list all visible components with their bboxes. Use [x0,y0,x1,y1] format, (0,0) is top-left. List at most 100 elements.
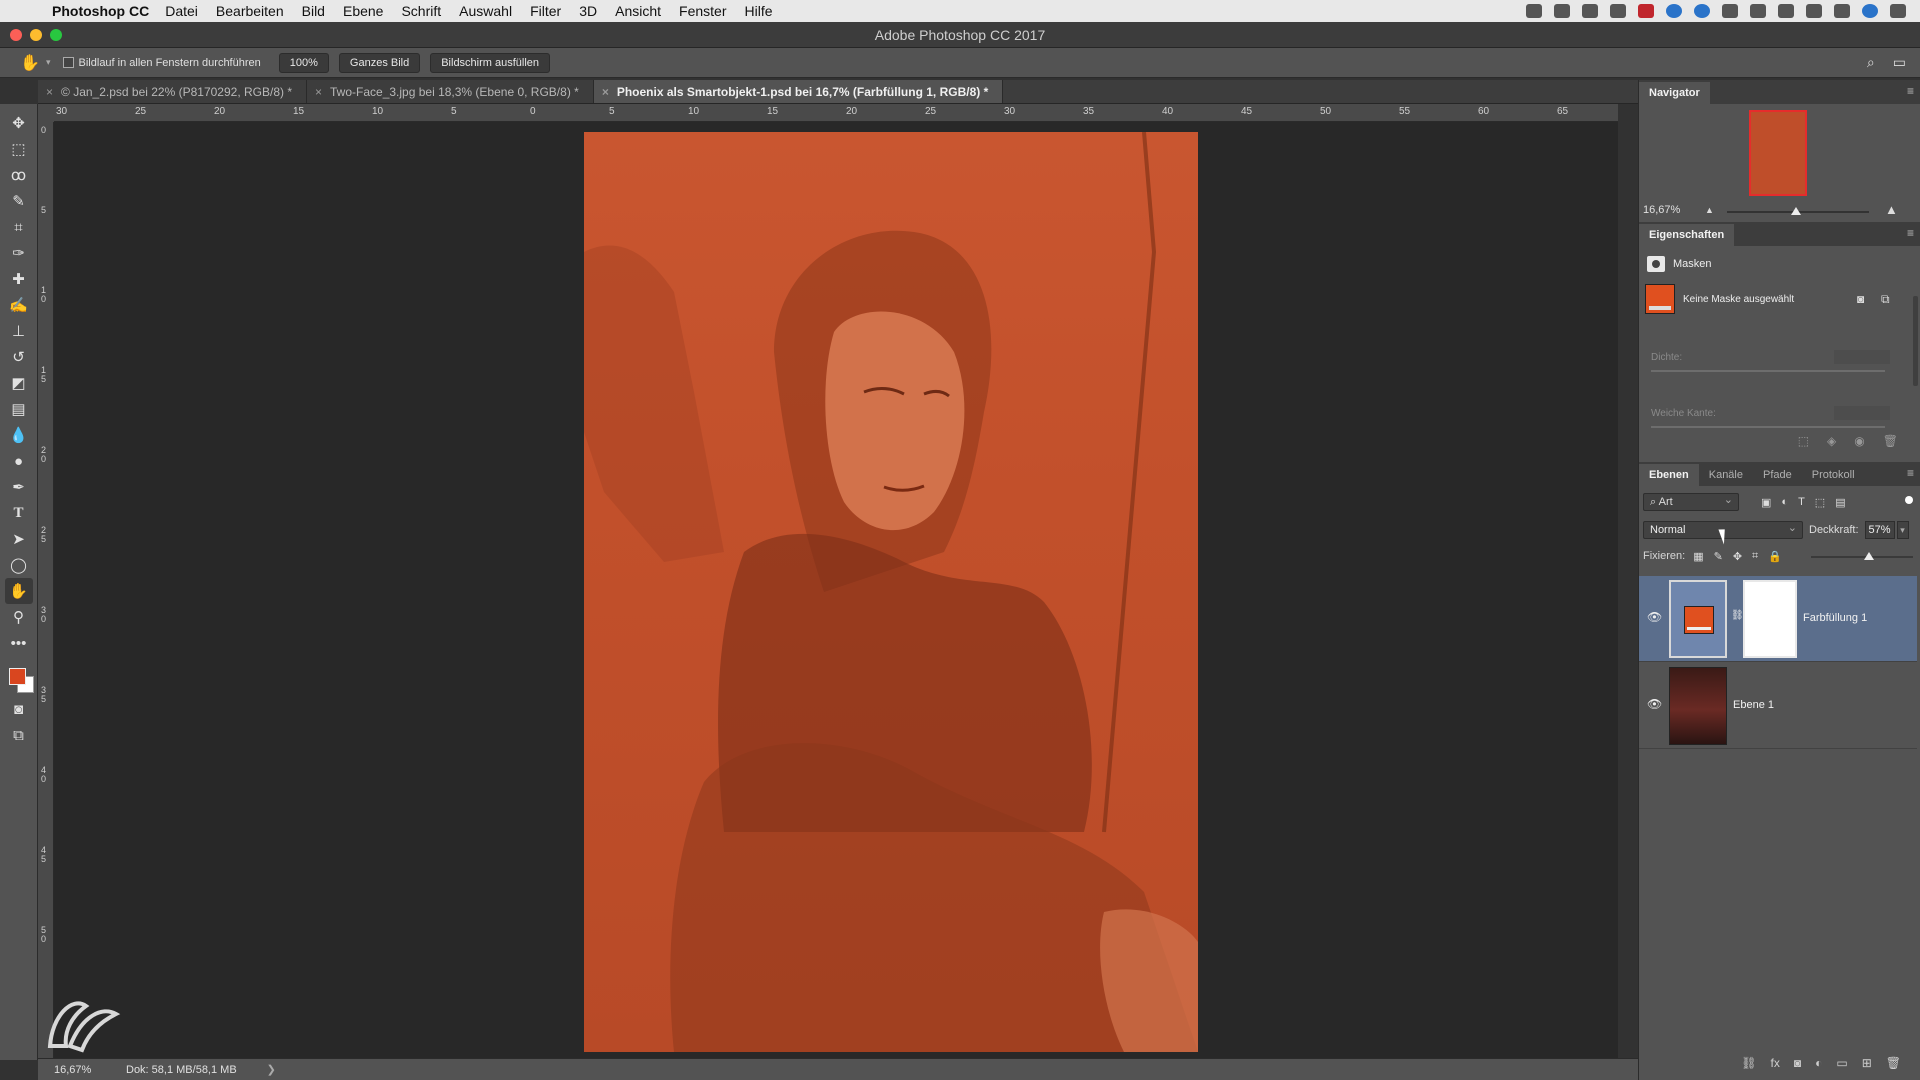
apply-mask-icon[interactable]: ◈ [1827,434,1836,448]
layer-thumbnail[interactable] [1669,667,1727,745]
tool-preset-dropdown[interactable]: ▾ [46,57,51,68]
new-group-icon[interactable]: ▭ [1836,1056,1847,1070]
zoom-100-button[interactable]: 100% [278,52,329,73]
zoom-out-icon[interactable]: ▲ [1705,205,1714,215]
horizontal-ruler[interactable]: 30 25 20 15 10 5 0 5 10 15 20 25 30 35 40 45 50 55 60 65 [54,104,1618,122]
airplay-icon[interactable] [1722,4,1738,18]
eraser-tool-icon[interactable]: ◩ [5,370,33,396]
search-icon[interactable]: ⌕ [1867,54,1875,71]
tab-history[interactable]: Protokoll [1802,464,1865,486]
visibility-icon[interactable]: ◉ [1854,434,1864,448]
blur-tool-icon[interactable]: 💧 [5,422,33,448]
close-window-button[interactable] [10,29,22,41]
screen-mode-icon[interactable]: ⧉ [5,722,33,748]
menu-ebene[interactable]: Ebene [343,3,383,19]
menu-bearbeiten[interactable]: Bearbeiten [216,3,284,19]
layer-style-icon[interactable]: fx [1771,1056,1780,1070]
marquee-tool-icon[interactable]: ⬚ [5,136,33,162]
foreground-color-swatch[interactable] [8,668,26,685]
crop-tool-icon[interactable]: ⌗ [5,214,33,240]
brush-tool-icon[interactable]: ✍ [5,292,33,318]
document-image[interactable] [584,132,1198,1052]
navigator-thumbnail[interactable] [1749,110,1807,196]
layer-name[interactable]: Farbfüllung 1 [1803,612,1867,624]
ellipse-tool-icon[interactable]: ◯ [5,552,33,578]
pixel-mask-icon[interactable]: ◙ [1857,292,1864,306]
close-tab-icon[interactable]: × [315,85,322,99]
panel-menu-icon[interactable]: ≡ [1907,226,1914,240]
tab-layers[interactable]: Ebenen [1639,464,1699,486]
slider-knob[interactable] [1791,207,1801,215]
vertical-ruler[interactable]: 0 5 10 15 20 25 30 35 40 45 50 [38,122,54,1062]
app-menu[interactable]: Photoshop CC [52,3,149,19]
menu-bild[interactable]: Bild [302,3,325,19]
delete-layer-icon[interactable]: 🗑 [1886,1056,1901,1070]
panel-menu-icon[interactable]: ≡ [1907,84,1914,98]
opacity-dropdown[interactable]: ▾ [1896,521,1909,539]
status-menu-arrow[interactable]: ❯ [267,1063,276,1076]
app-icon[interactable] [1638,4,1654,18]
minimize-window-button[interactable] [30,29,42,41]
dropbox-icon[interactable] [1554,4,1570,18]
filter-pixel-icon[interactable]: ▣ [1761,496,1771,509]
tab-two-face[interactable]: × Two-Face_3.jpg bei 18,3% (Ebene 0, RGB/… [307,80,594,103]
menu-schrift[interactable]: Schrift [401,3,441,19]
bluetooth-icon[interactable] [1778,4,1794,18]
filter-shape-icon[interactable]: ⬚ [1815,496,1825,509]
hand-tool-icon[interactable]: ✋ [20,53,42,73]
visibility-eye-icon[interactable]: 👁 [1647,697,1662,711]
history-brush-tool-icon[interactable]: ↺ [5,344,33,370]
close-tab-icon[interactable]: × [46,85,53,99]
tab-properties[interactable]: Eigenschaften [1639,224,1735,246]
fit-screen-button[interactable]: Ganzes Bild [338,52,421,73]
hand-tool-icon[interactable]: ✋ [4,578,33,604]
layer-name[interactable]: Ebene 1 [1733,699,1774,711]
menu-ansicht[interactable]: Ansicht [615,3,661,19]
search-icon[interactable] [1834,4,1850,18]
lock-transparency-icon[interactable]: ▦ [1693,550,1703,563]
add-mask-icon[interactable]: ◙ [1794,1056,1801,1070]
menu-hilfe[interactable]: Hilfe [745,3,773,19]
lock-artboard-icon[interactable]: ⌗ [1752,550,1758,563]
layer-row-fill[interactable]: 👁 ⛓ Farbfüllung 1 [1639,576,1917,662]
lock-pixels-icon[interactable]: ✎ [1714,550,1723,563]
new-layer-icon[interactable]: ⊞ [1862,1056,1872,1070]
close-tab-icon[interactable]: × [602,85,609,99]
menu-3d[interactable]: 3D [579,3,597,19]
tab-channels[interactable]: Kanäle [1699,464,1753,486]
opacity-slider[interactable] [1811,552,1913,560]
menu-fenster[interactable]: Fenster [679,3,726,19]
layer-filter-dropdown[interactable]: ⌕ Art [1643,492,1739,511]
adjustment-layer-icon[interactable]: ◐ [1815,1056,1822,1070]
quick-mask-icon[interactable]: ◙ [5,696,33,722]
healing-brush-tool-icon[interactable]: ✚ [5,266,33,292]
opacity-slider-knob[interactable] [1864,552,1875,560]
eyedropper-tool-icon[interactable]: ✑ [5,240,33,266]
quick-selection-tool-icon[interactable]: ✎ [5,188,33,214]
zoom-tool-icon[interactable]: ⚲ [5,604,33,630]
ruler-origin[interactable] [38,104,54,122]
zoom-window-button[interactable] [50,29,62,41]
document-canvas[interactable] [54,122,1618,1058]
menu-auswahl[interactable]: Auswahl [459,3,512,19]
filter-toggle[interactable] [1905,496,1913,504]
navigator-zoom[interactable]: 16,67% [1643,204,1680,216]
tab-jan2[interactable]: × © Jan_2.psd bei 22% (P8170292, RGB/8) * [38,80,307,103]
opacity-field[interactable]: 57% [1864,521,1895,539]
screen-icon[interactable] [1582,4,1598,18]
layer-thumbnail[interactable] [1669,580,1727,658]
lock-position-icon[interactable]: ✥ [1733,550,1742,563]
path-selection-tool-icon[interactable]: ➤ [5,526,33,552]
tab-paths[interactable]: Pfade [1753,464,1802,486]
pen-tool-icon[interactable]: ✒ [5,474,33,500]
fill-screen-button[interactable]: Bildschirm ausfüllen [430,52,551,73]
move-tool-icon[interactable]: ✥ [5,110,33,136]
more-tools-icon[interactable]: ••• [5,630,33,656]
menu-datei[interactable]: Datei [165,3,198,19]
siri-icon[interactable] [1862,4,1878,18]
zoom-in-icon[interactable]: ▲ [1885,202,1898,217]
workspace-icon[interactable]: ▭ [1893,54,1906,71]
filter-adjustment-icon[interactable]: ◐ [1781,496,1788,509]
load-selection-icon[interactable]: ⬚ [1798,434,1809,448]
scroll-all-windows-checkbox[interactable] [62,57,74,68]
